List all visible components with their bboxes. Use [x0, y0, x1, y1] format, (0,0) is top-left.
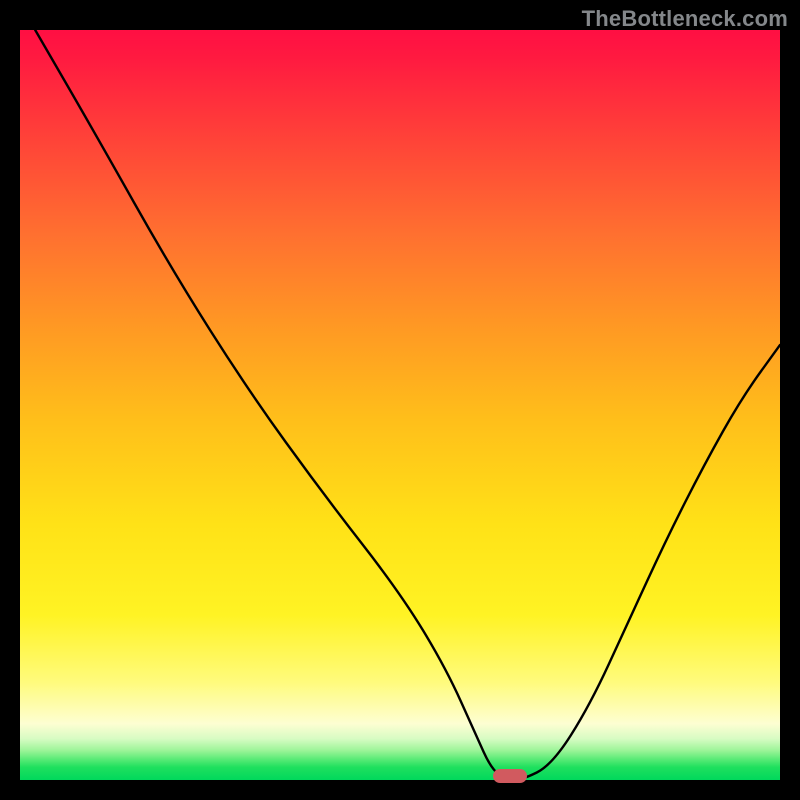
plot-area [20, 30, 780, 780]
chart-frame: TheBottleneck.com [0, 0, 800, 800]
watermark-text: TheBottleneck.com [582, 6, 788, 32]
bottleneck-curve [20, 30, 780, 780]
optimal-marker [493, 769, 527, 783]
